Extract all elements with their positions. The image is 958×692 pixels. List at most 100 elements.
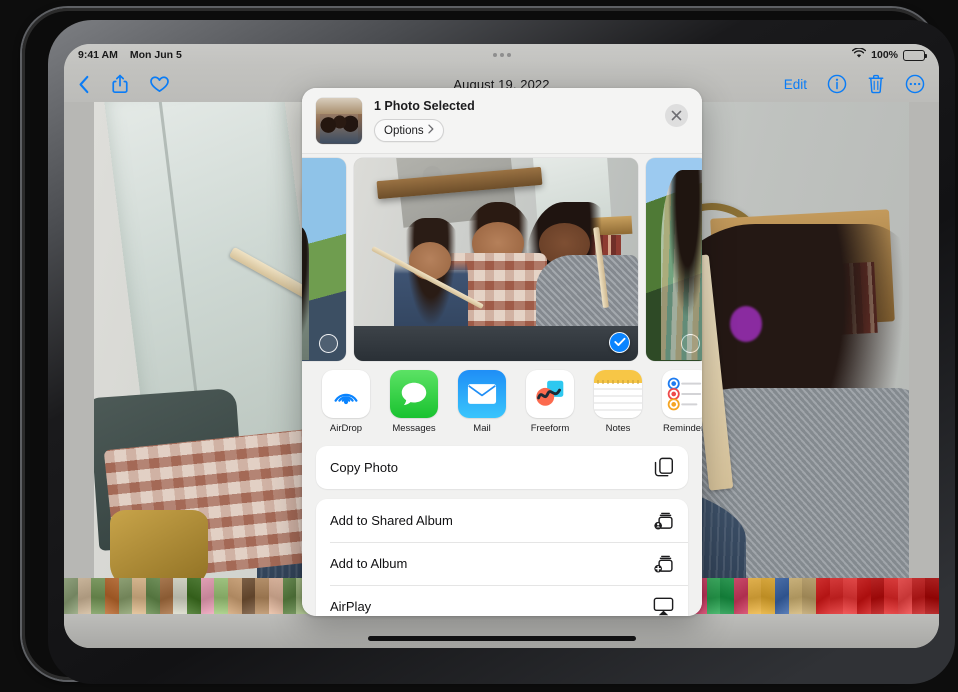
filmstrip-thumbnail[interactable] [77, 578, 92, 614]
action-label: Add to Shared Album [330, 513, 453, 528]
share-app-mail[interactable]: Mail [456, 370, 508, 434]
action-copy-photo[interactable]: Copy Photo [316, 446, 688, 489]
share-app-freeform[interactable]: Freeform [524, 370, 576, 434]
filmstrip-thumbnail[interactable] [214, 578, 229, 614]
dot [506, 53, 511, 57]
filmstrip-thumbnail[interactable] [228, 578, 242, 614]
filmstrip-thumbnail[interactable] [118, 578, 133, 614]
filmstrip-thumbnail[interactable] [815, 578, 830, 614]
multitasking-dots-icon[interactable] [492, 53, 511, 57]
airdrop-icon [322, 370, 370, 418]
filmstrip-thumbnail[interactable] [200, 578, 215, 614]
filmstrip-thumbnail[interactable] [856, 578, 871, 614]
filmstrip-thumbnail[interactable] [269, 578, 283, 614]
ellipsis-circle-icon[interactable] [905, 74, 925, 94]
thumbnail-next-photo[interactable] [646, 157, 702, 361]
edit-button[interactable]: Edit [784, 77, 807, 92]
app-label: Notes [605, 423, 631, 434]
photo-hair-highlight [729, 306, 763, 342]
action-airplay[interactable]: AirPlay [316, 585, 688, 616]
selection-circle[interactable] [681, 333, 700, 353]
filmstrip-thumbnail[interactable] [733, 578, 748, 614]
add-album-icon [653, 553, 674, 574]
filmstrip-thumbnail[interactable] [829, 578, 844, 614]
selected-count-label: 1 Photo Selected [374, 99, 475, 113]
airplay-icon [653, 597, 674, 616]
share-app-messages[interactable]: Messages [388, 370, 440, 434]
toolbar-left-group [78, 74, 169, 94]
selection-circle[interactable] [319, 333, 338, 353]
ipad-screen: 9:41 AM Mon Jun 5 100% August 19, 2022 E… [64, 44, 939, 648]
filmstrip-thumbnail[interactable] [774, 578, 789, 614]
heart-icon[interactable] [150, 75, 169, 93]
selected-photo-thumbnail [316, 97, 362, 144]
filmstrip-thumbnail[interactable] [105, 578, 119, 614]
filmstrip-thumbnail[interactable] [91, 578, 106, 614]
filmstrip-thumbnail[interactable] [159, 578, 174, 614]
selection-checkmark[interactable] [609, 331, 630, 353]
battery-icon [903, 49, 927, 61]
app-label: Freeform [530, 423, 570, 434]
share-icon[interactable] [112, 74, 128, 94]
filmstrip-thumbnail[interactable] [925, 578, 939, 614]
close-icon[interactable] [665, 104, 688, 127]
battery-nub [925, 53, 927, 58]
share-sheet: 1 Photo Selected Options AirDrop Message… [302, 88, 702, 616]
status-bar: 9:41 AM Mon Jun 5 100% [64, 44, 939, 66]
share-app-reminders[interactable]: Reminders [660, 370, 702, 434]
app-label: Messages [392, 423, 436, 434]
trash-icon[interactable] [867, 74, 885, 94]
filmstrip-thumbnail[interactable] [761, 578, 775, 614]
share-sheet-header-text: 1 Photo Selected Options [374, 99, 475, 142]
shared-album-icon [653, 510, 674, 531]
filmstrip-thumbnail[interactable] [187, 578, 201, 614]
dot [492, 53, 497, 57]
filmstrip-thumbnail[interactable] [884, 578, 898, 614]
battery-percent: 100% [871, 49, 898, 61]
filmstrip-thumbnail[interactable] [64, 578, 78, 614]
notes-icon [594, 370, 642, 418]
thumbnail-image [354, 157, 638, 361]
filmstrip-thumbnail[interactable] [255, 578, 270, 614]
filmstrip-thumbnail[interactable] [706, 578, 721, 614]
app-label: Reminders [663, 423, 702, 434]
filmstrip-thumbnail[interactable] [747, 578, 762, 614]
action-label: AirPlay [330, 599, 372, 614]
action-add-to-shared-album[interactable]: Add to Shared Album [316, 499, 688, 542]
status-date: Mon Jun 5 [129, 49, 182, 61]
action-label: Copy Photo [330, 460, 398, 475]
thumbnail-selected-photo[interactable] [354, 157, 638, 361]
ipad-device-frame: 9:41 AM Mon Jun 5 100% August 19, 2022 E… [22, 8, 955, 684]
status-bar-left: 9:41 AM Mon Jun 5 [78, 49, 182, 61]
options-button[interactable]: Options [374, 119, 444, 142]
thumbnail-previous-photo[interactable] [302, 157, 346, 361]
filmstrip-thumbnail[interactable] [282, 578, 297, 614]
filmstrip-thumbnail[interactable] [788, 578, 803, 614]
photo-thumbnail-row[interactable] [302, 154, 702, 364]
filmstrip-thumbnail[interactable] [241, 578, 256, 614]
filmstrip-thumbnail[interactable] [911, 578, 926, 614]
info-circle-icon[interactable] [827, 74, 847, 94]
filmstrip-thumbnail[interactable] [132, 578, 147, 614]
filmstrip-thumbnail[interactable] [870, 578, 885, 614]
status-bar-right: 100% [852, 47, 927, 62]
chevron-right-icon [428, 124, 434, 137]
home-indicator[interactable] [367, 636, 636, 641]
filmstrip-thumbnail[interactable] [897, 578, 912, 614]
chevron-left-icon[interactable] [78, 75, 90, 94]
filmstrip-thumbnail[interactable] [720, 578, 734, 614]
filmstrip-thumbnail[interactable] [146, 578, 160, 614]
action-label: Add to Album [330, 556, 408, 571]
share-app-notes[interactable]: Notes [592, 370, 644, 434]
app-label: AirDrop [329, 423, 363, 434]
action-add-to-album[interactable]: Add to Album [316, 542, 688, 585]
filmstrip-thumbnail[interactable] [843, 578, 857, 614]
photo-letterbox-left [64, 102, 94, 612]
options-label: Options [384, 124, 424, 137]
share-app-airdrop[interactable]: AirDrop [320, 370, 372, 434]
share-apps-row[interactable]: AirDrop Messages Mail Freeform Notes Rem… [302, 364, 702, 438]
action-group-albums: Add to Shared Album Add to Album AirPlay [316, 499, 688, 616]
status-time: 9:41 AM [78, 49, 118, 61]
filmstrip-thumbnail[interactable] [173, 578, 188, 614]
filmstrip-thumbnail[interactable] [802, 578, 816, 614]
